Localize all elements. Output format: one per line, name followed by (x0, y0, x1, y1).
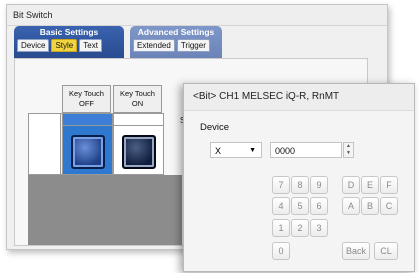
back-button[interactable]: Back (342, 242, 370, 260)
device-number-spinner[interactable]: ▲ ▼ (343, 142, 354, 158)
key-d[interactable]: D (342, 176, 360, 194)
style-preview-background (28, 175, 182, 245)
dropdown-caret-icon: ▼ (249, 147, 256, 154)
key-1[interactable]: 1 (272, 219, 290, 237)
device-input-dialog: <Bit> CH1 MELSEC iQ-R, RnMT Device X ▼ 0… (183, 83, 415, 272)
key-touch-off-label: Key Touch OFF (69, 89, 104, 108)
tab-group-basic-settings[interactable]: Basic Settings Device Style Text (14, 26, 124, 60)
tab-trigger[interactable]: Trigger (176, 39, 210, 52)
key-on-button-preview (122, 135, 156, 169)
tab-group-advanced-settings[interactable]: Advanced Settings Extended Trigger (130, 26, 222, 60)
key-touch-on-header: Key Touch ON (113, 85, 162, 113)
key-f[interactable]: F (380, 176, 398, 194)
key-e[interactable]: E (361, 176, 379, 194)
key-3[interactable]: 3 (310, 219, 328, 237)
style-grid-row-header (28, 113, 62, 175)
device-type-value: X (215, 146, 222, 156)
clear-button[interactable]: CL (374, 242, 398, 260)
spin-up-icon[interactable]: ▲ (344, 143, 353, 150)
key-5[interactable]: 5 (291, 197, 309, 215)
key-6[interactable]: 6 (310, 197, 328, 215)
key-touch-off-header: Key Touch OFF (62, 85, 111, 113)
tab-group-label: Advanced Settings (137, 27, 215, 37)
key-a[interactable]: A (342, 197, 360, 215)
tab-text[interactable]: Text (79, 39, 102, 52)
key-8[interactable]: 8 (291, 176, 309, 194)
tab-group-label: Basic Settings (39, 27, 99, 37)
key-b[interactable]: B (361, 197, 379, 215)
key-c[interactable]: C (380, 197, 398, 215)
device-label: Device (200, 122, 230, 133)
key-9[interactable]: 9 (310, 176, 328, 194)
key-7[interactable]: 7 (272, 176, 290, 194)
key-touch-on-label: Key Touch ON (120, 89, 155, 108)
tab-extended[interactable]: Extended (133, 39, 175, 52)
key-0[interactable]: 0 (272, 242, 290, 260)
key-2[interactable]: 2 (291, 219, 309, 237)
key-off-button-preview (71, 135, 105, 169)
dialog-title: <Bit> CH1 MELSEC iQ-R, RnMT (184, 84, 414, 111)
device-number-input[interactable]: 0000 (270, 142, 342, 158)
window-title: Bit Switch (7, 5, 387, 26)
device-type-select[interactable]: X ▼ (210, 142, 262, 158)
spin-down-icon[interactable]: ▼ (344, 150, 353, 157)
tab-device[interactable]: Device (17, 39, 50, 52)
tab-style[interactable]: Style (51, 39, 78, 52)
key-4[interactable]: 4 (272, 197, 290, 215)
